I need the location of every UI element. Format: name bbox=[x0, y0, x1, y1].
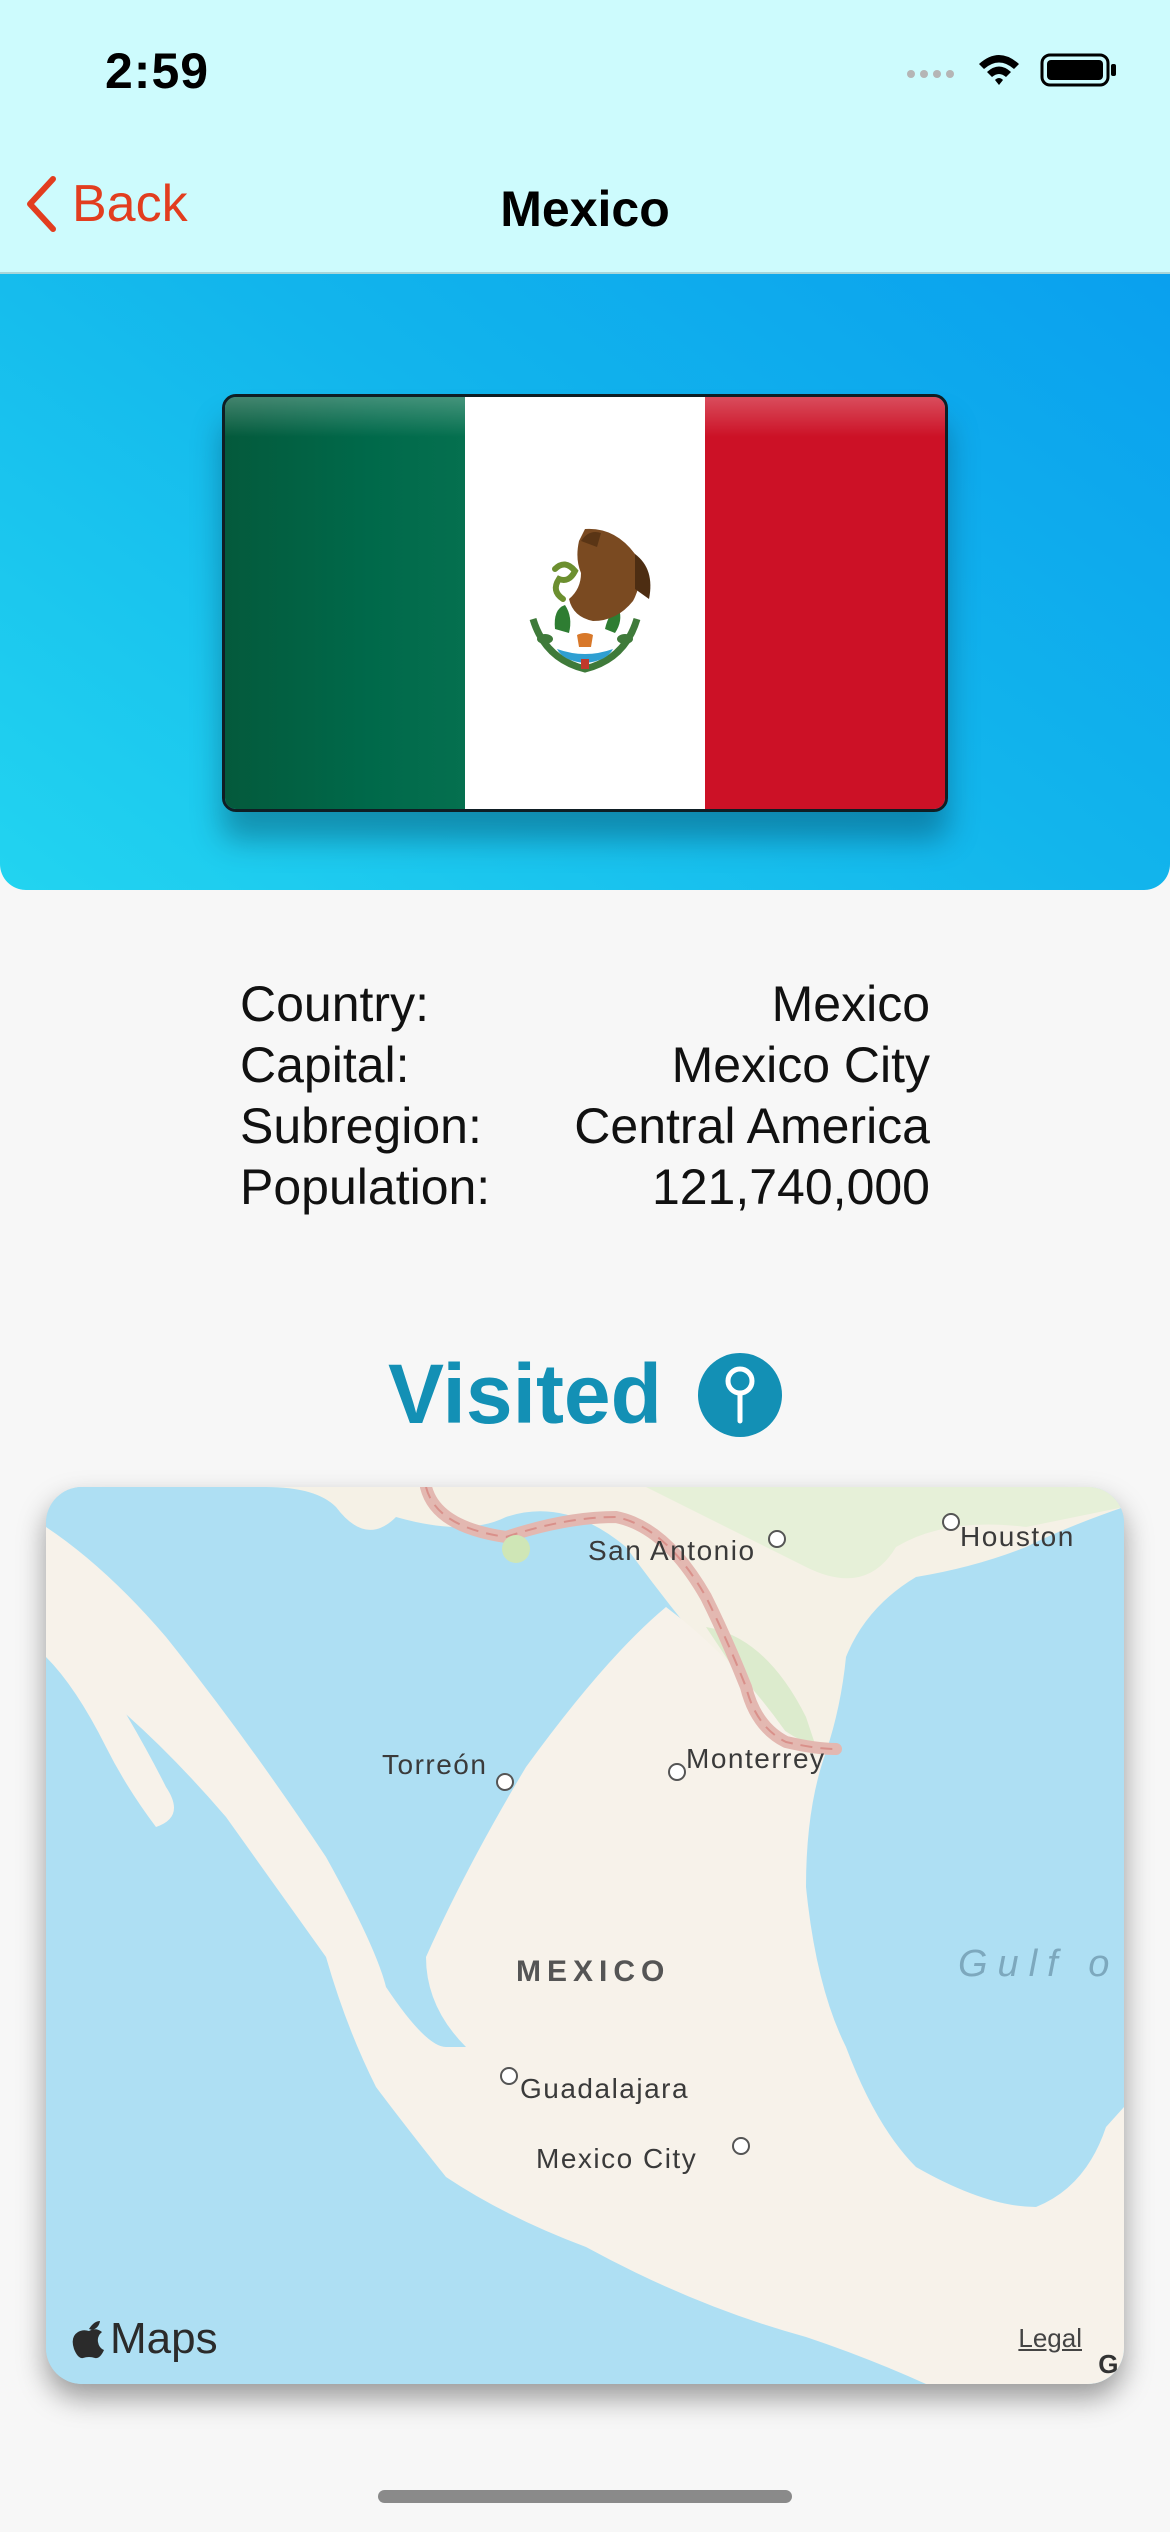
status-bar: 2:59 bbox=[0, 0, 1170, 150]
apple-maps-logo: Maps bbox=[72, 2314, 218, 2364]
city-dot bbox=[668, 1763, 686, 1781]
flag-hero bbox=[0, 274, 1170, 890]
country-info: Country: Mexico Capital: Mexico City Sub… bbox=[240, 974, 930, 1218]
visited-pin-button[interactable] bbox=[697, 1352, 782, 1437]
map-city-label: San Antonio bbox=[588, 1535, 756, 1566]
map-sea-label: Gulf o bbox=[958, 1943, 1120, 1985]
map-city-label: Guadalajara bbox=[520, 2073, 690, 2104]
visited-section: Visited bbox=[0, 1346, 1170, 1443]
map-corner-text: G bbox=[1098, 2349, 1120, 2379]
flag-green-stripe bbox=[225, 397, 465, 809]
city-dot bbox=[500, 2067, 518, 2085]
info-label: Country: bbox=[240, 976, 429, 1032]
navigation-bar: Back Mexico bbox=[0, 150, 1170, 274]
map-country-label: MEXICO bbox=[516, 1955, 671, 1988]
city-dot bbox=[942, 1513, 960, 1531]
visited-label: Visited bbox=[388, 1347, 662, 1441]
legal-link[interactable]: Legal bbox=[1018, 2323, 1082, 2354]
coat-of-arms-icon bbox=[529, 528, 651, 673]
info-value: Central America bbox=[574, 1098, 930, 1154]
info-label: Population: bbox=[240, 1159, 491, 1215]
page-title: Mexico bbox=[500, 181, 670, 237]
flag-white-stripe bbox=[465, 397, 705, 809]
home-indicator[interactable] bbox=[378, 2490, 792, 2503]
map-terrain bbox=[46, 1487, 1124, 2384]
pin-icon bbox=[725, 1366, 755, 1423]
country-flag bbox=[222, 394, 948, 812]
info-value: 121,740,000 bbox=[651, 1159, 930, 1215]
maps-logo-text: Maps bbox=[110, 2314, 218, 2363]
map-city-label: Torreón bbox=[382, 1749, 488, 1780]
flag-red-stripe bbox=[705, 397, 945, 809]
info-value: Mexico City bbox=[671, 1037, 930, 1093]
city-dot bbox=[496, 1773, 514, 1791]
status-icons bbox=[906, 52, 1118, 88]
info-row-capital: Capital: Mexico City bbox=[240, 1035, 930, 1096]
info-label: Subregion: bbox=[240, 1098, 482, 1154]
info-row-subregion: Subregion: Central America bbox=[240, 1096, 930, 1157]
city-dot bbox=[732, 2137, 750, 2155]
info-value: Mexico bbox=[771, 976, 930, 1032]
map-city-label: Houston bbox=[960, 1521, 1075, 1552]
cellular-signal-icon bbox=[907, 70, 954, 78]
info-row-population: Population: 121,740,000 bbox=[240, 1157, 930, 1218]
status-time: 2:59 bbox=[105, 43, 210, 99]
info-label: Capital: bbox=[240, 1037, 410, 1093]
info-row-country: Country: Mexico bbox=[240, 974, 930, 1035]
battery-icon bbox=[1040, 53, 1116, 87]
wifi-icon bbox=[979, 55, 1019, 85]
map-city-label: Mexico City bbox=[536, 2143, 698, 2174]
map-city-label: Monterrey bbox=[686, 1743, 826, 1774]
country-map[interactable]: San Antonio Houston Torreón Monterrey ME… bbox=[46, 1487, 1124, 2384]
city-dot bbox=[768, 1530, 786, 1548]
apple-icon bbox=[72, 2321, 104, 2359]
